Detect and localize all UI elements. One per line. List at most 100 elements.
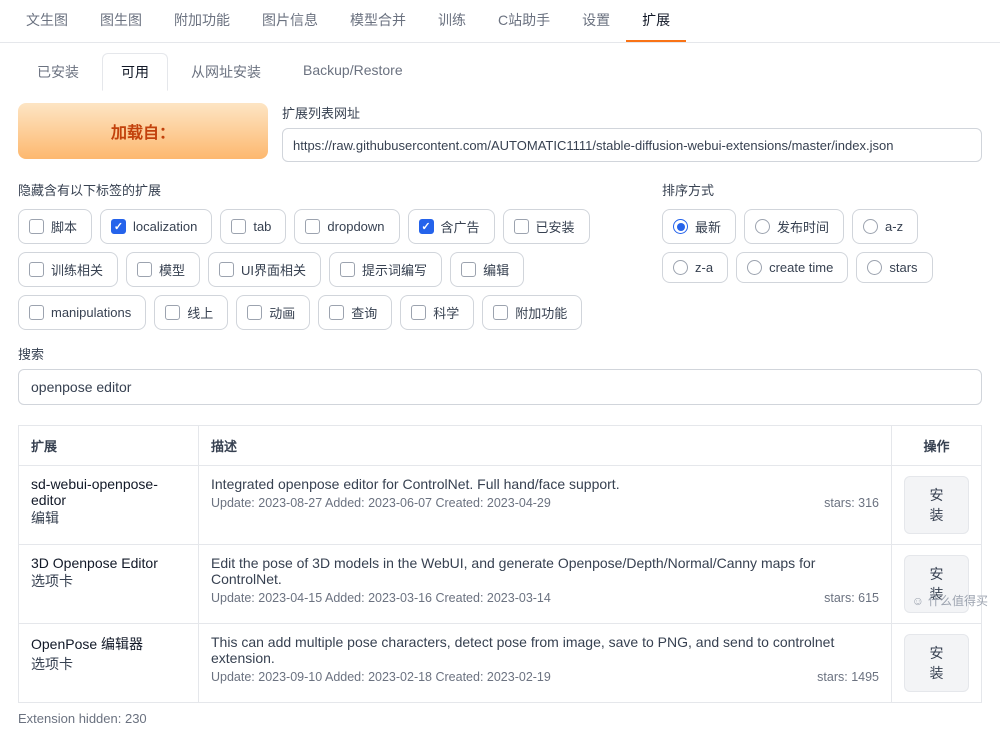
chip-label: 脚本 [51, 217, 77, 236]
extension-name: 3D Openpose Editor [31, 555, 186, 571]
chip-label: create time [769, 260, 833, 275]
hide-tags-label: 隐藏含有以下标签的扩展 [18, 180, 632, 199]
sort-radio[interactable]: create time [736, 252, 848, 283]
table-row: 3D Openpose Editor选项卡Edit the pose of 3D… [19, 545, 982, 624]
checkbox-icon [165, 305, 180, 320]
hide-tag-checkbox[interactable]: localization [100, 209, 212, 244]
install-button[interactable]: 安装 [904, 476, 969, 534]
hide-tag-checkbox[interactable]: UI界面相关 [208, 252, 321, 287]
sort-radio[interactable]: 发布时间 [744, 209, 844, 244]
col-header-description: 描述 [199, 426, 892, 466]
hide-tags-group: 脚本 localization tab dropdown 含广告 已安装训练相关 模型 UI界… [18, 209, 632, 330]
extension-stars: stars: 615 [824, 591, 879, 605]
extension-description: This can add multiple pose characters, d… [211, 634, 879, 666]
chip-label: 科学 [433, 303, 459, 322]
radio-icon [863, 219, 878, 234]
radio-icon [673, 219, 688, 234]
col-header-action: 操作 [892, 426, 982, 466]
chip-label: a-z [885, 219, 903, 234]
install-button[interactable]: 安装 [904, 634, 969, 692]
extension-description: Edit the pose of 3D models in the WebUI,… [211, 555, 879, 587]
chip-label: stars [889, 260, 917, 275]
main-tab[interactable]: 扩展 [626, 0, 686, 42]
extension-stars: stars: 316 [824, 496, 879, 510]
main-tab[interactable]: 附加功能 [158, 0, 246, 42]
watermark: ☺ 什么值得买 [912, 592, 988, 609]
hide-tag-checkbox[interactable]: 训练相关 [18, 252, 118, 287]
sort-radio[interactable]: 最新 [662, 209, 736, 244]
hide-tag-checkbox[interactable]: 脚本 [18, 209, 92, 244]
sub-tab[interactable]: Backup/Restore [284, 53, 422, 91]
checkbox-icon [340, 262, 355, 277]
checkbox-icon [329, 305, 344, 320]
main-tab[interactable]: 设置 [566, 0, 626, 42]
radio-icon [867, 260, 882, 275]
chip-label: z-a [695, 260, 713, 275]
search-label: 搜索 [18, 344, 982, 363]
sub-tab[interactable]: 可用 [102, 53, 168, 91]
sub-tab[interactable]: 已安装 [18, 53, 98, 91]
extension-name: OpenPose 编辑器 [31, 634, 186, 654]
table-row: OpenPose 编辑器选项卡 This can add multiple pos… [19, 624, 982, 703]
chip-label: 模型 [159, 260, 185, 279]
hide-tag-checkbox[interactable]: 附加功能 [482, 295, 582, 330]
hide-tag-checkbox[interactable]: 已安装 [503, 209, 590, 244]
extension-name: sd-webui-openpose-editor [31, 476, 186, 508]
sort-radio[interactable]: z-a [662, 252, 728, 283]
hide-tag-checkbox[interactable]: 科学 [400, 295, 474, 330]
checkbox-icon [219, 262, 234, 277]
chip-label: 编辑 [483, 260, 509, 279]
main-tab[interactable]: 训练 [422, 0, 482, 42]
checkbox-icon [411, 305, 426, 320]
hide-tag-checkbox[interactable]: tab [220, 209, 286, 244]
hide-tag-checkbox[interactable]: 线上 [154, 295, 228, 330]
checkbox-icon [247, 305, 262, 320]
checkbox-icon [231, 219, 246, 234]
checkbox-icon [29, 219, 44, 234]
hide-tag-checkbox[interactable]: 动画 [236, 295, 310, 330]
radio-icon [673, 260, 688, 275]
checkbox-icon [514, 219, 529, 234]
checkbox-icon [137, 262, 152, 277]
chip-label: tab [253, 219, 271, 234]
hide-tag-checkbox[interactable]: 模型 [126, 252, 200, 287]
chip-label: 附加功能 [515, 303, 567, 322]
radio-icon [755, 219, 770, 234]
hide-tag-checkbox[interactable]: dropdown [294, 209, 399, 244]
extension-tag: 选项卡 [31, 654, 186, 674]
chip-label: UI界面相关 [241, 260, 306, 279]
table-row: sd-webui-openpose-editor编辑 Integrated ope… [19, 466, 982, 545]
sort-radio[interactable]: a-z [852, 209, 918, 244]
main-tab[interactable]: 图片信息 [246, 0, 334, 42]
chip-label: 最新 [695, 217, 721, 236]
checkbox-icon [29, 305, 44, 320]
extension-tag: 编辑 [31, 508, 186, 528]
extension-description: Integrated openpose editor for ControlNe… [211, 476, 879, 492]
chip-label: 查询 [351, 303, 377, 322]
hide-tag-checkbox[interactable]: 查询 [318, 295, 392, 330]
main-tab[interactable]: 图生图 [84, 0, 158, 42]
chip-label: 含广告 [441, 217, 480, 236]
checkbox-icon [29, 262, 44, 277]
chip-label: manipulations [51, 305, 131, 320]
sort-label: 排序方式 [662, 180, 982, 199]
main-tabs: 文生图图生图附加功能图片信息模型合并训练C站助手设置扩展 [0, 0, 1000, 43]
col-header-extension: 扩展 [19, 426, 199, 466]
main-tab[interactable]: 模型合并 [334, 0, 422, 42]
sort-radio[interactable]: stars [856, 252, 932, 283]
hide-tag-checkbox[interactable]: 编辑 [450, 252, 524, 287]
extension-index-url-input[interactable] [282, 128, 982, 162]
checkbox-icon [305, 219, 320, 234]
chip-label: 发布时间 [777, 217, 829, 236]
search-input[interactable] [18, 369, 982, 405]
hide-tag-checkbox[interactable]: 含广告 [408, 209, 495, 244]
main-tab[interactable]: C站助手 [482, 0, 566, 42]
extension-dates: Update: 2023-04-15 Added: 2023-03-16 Cre… [211, 591, 551, 605]
checkbox-icon [111, 219, 126, 234]
hide-tag-checkbox[interactable]: 提示词编写 [329, 252, 442, 287]
checkbox-icon [461, 262, 476, 277]
load-from-button[interactable]: 加载自： [18, 103, 268, 159]
sub-tab[interactable]: 从网址安装 [172, 53, 280, 91]
hide-tag-checkbox[interactable]: manipulations [18, 295, 146, 330]
main-tab[interactable]: 文生图 [10, 0, 84, 42]
